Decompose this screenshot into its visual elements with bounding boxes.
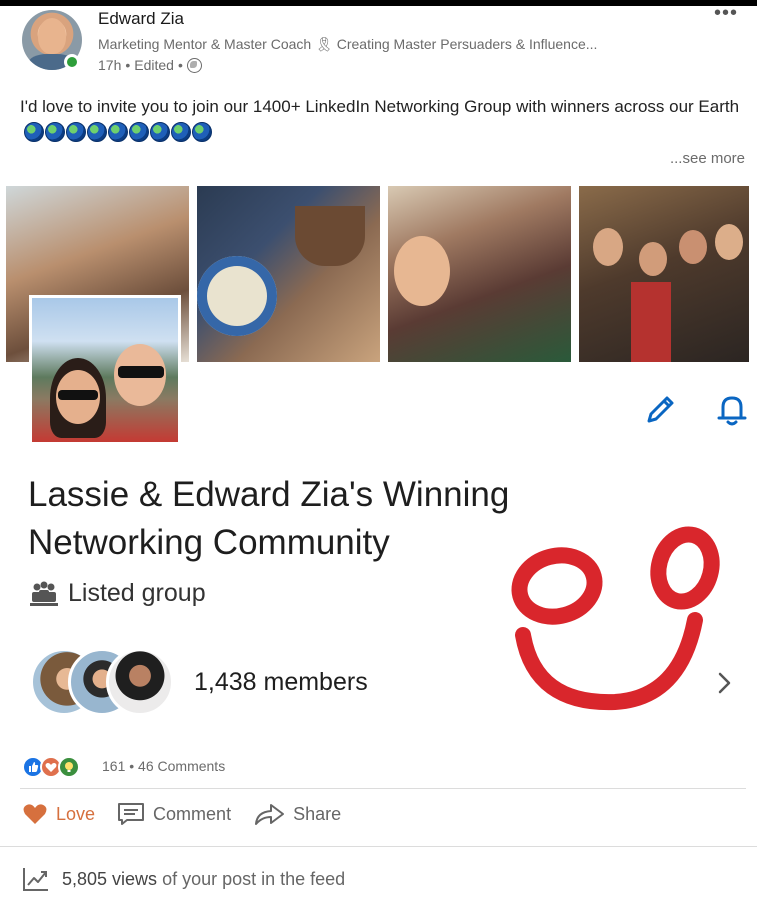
cover-photo-crowd (388, 186, 571, 362)
comments-count[interactable]: 46 Comments (138, 758, 225, 774)
earth-globe-icon (192, 122, 212, 142)
cover-photo-group (579, 186, 749, 362)
red-smiley-annotation (511, 526, 720, 711)
comment-icon (118, 803, 145, 825)
meta-separator: • (125, 57, 131, 73)
group-person (639, 242, 667, 276)
social-counts[interactable]: 161 • 46 Comments (102, 758, 225, 774)
pencil-icon[interactable] (640, 390, 680, 430)
divider (0, 846, 757, 847)
chevron-right-icon[interactable] (714, 668, 736, 698)
food-cup (295, 206, 365, 266)
comment-button[interactable]: Comment (117, 802, 231, 826)
post-views[interactable]: 5,805 views of your post in the feed (22, 866, 345, 892)
earth-globe-icon (150, 122, 170, 142)
love-label: Love (56, 803, 96, 824)
earth-globe-icon (108, 122, 128, 142)
meta-separator: • (177, 57, 183, 73)
member-avatars[interactable] (30, 648, 180, 718)
globe-icon (186, 57, 202, 73)
divider (20, 788, 746, 789)
social-separator: • (129, 758, 135, 774)
group-people-icon (30, 581, 58, 606)
logo-sunglasses-left (58, 390, 98, 400)
crowd-face (394, 236, 450, 306)
see-more-link[interactable]: ...see more (670, 150, 745, 167)
member-avatar (106, 648, 174, 716)
group-person (715, 224, 743, 260)
author-name[interactable]: Edward Zia (98, 9, 184, 29)
logo-sunglasses-right (118, 366, 164, 378)
heart-icon (23, 804, 47, 824)
more-options-icon[interactable]: ••• (714, 3, 738, 23)
comment-label: Comment (153, 803, 232, 824)
views-text: 5,805 views of your post in the feed (62, 869, 345, 890)
earth-globe-icon (45, 122, 65, 142)
avatar-face (38, 18, 66, 54)
earth-globe-icon (129, 122, 149, 142)
views-suffix: of your post in the feed (157, 868, 346, 889)
earth-globe-icon (66, 122, 86, 142)
earth-globe-icon (87, 122, 107, 142)
earth-emoji-row (24, 122, 212, 142)
top-bar (0, 0, 757, 6)
share-label: Share (293, 803, 342, 824)
bell-icon[interactable] (712, 390, 752, 430)
author-headline: Marketing Mentor & Master Coach 🎗 Creati… (98, 36, 598, 52)
share-icon (255, 804, 285, 825)
online-status-dot (64, 54, 80, 70)
love-button[interactable]: Love (22, 802, 95, 826)
post-text: I'd love to invite you to join our 1400+… (20, 93, 740, 147)
reaction-count[interactable]: 161 (102, 758, 125, 774)
insightful-icon (58, 756, 80, 778)
post-edited-label: Edited (134, 57, 174, 73)
group-type-label: Listed group (68, 579, 206, 607)
analytics-chart-icon (23, 868, 48, 891)
group-type: Listed group (28, 579, 206, 608)
earth-globe-icon (171, 122, 191, 142)
share-button[interactable]: Share (253, 802, 341, 826)
action-bar: Love Comment Share (22, 802, 341, 826)
food-bowl (197, 256, 277, 336)
views-count: 5,805 views (62, 868, 158, 889)
post-time: 17h (98, 57, 122, 73)
group-person (593, 228, 623, 266)
group-logo-photo[interactable] (29, 295, 181, 445)
reaction-icons[interactable] (22, 756, 80, 778)
cover-photo-food (197, 186, 380, 362)
earth-globe-icon (24, 122, 44, 142)
post-body: I'd love to invite you to join our 1400+… (20, 97, 740, 116)
group-person-dress (631, 282, 671, 362)
members-count[interactable]: 1,438 members (194, 668, 368, 697)
group-person (679, 230, 707, 264)
post-meta: 17h • Edited • (98, 57, 202, 73)
